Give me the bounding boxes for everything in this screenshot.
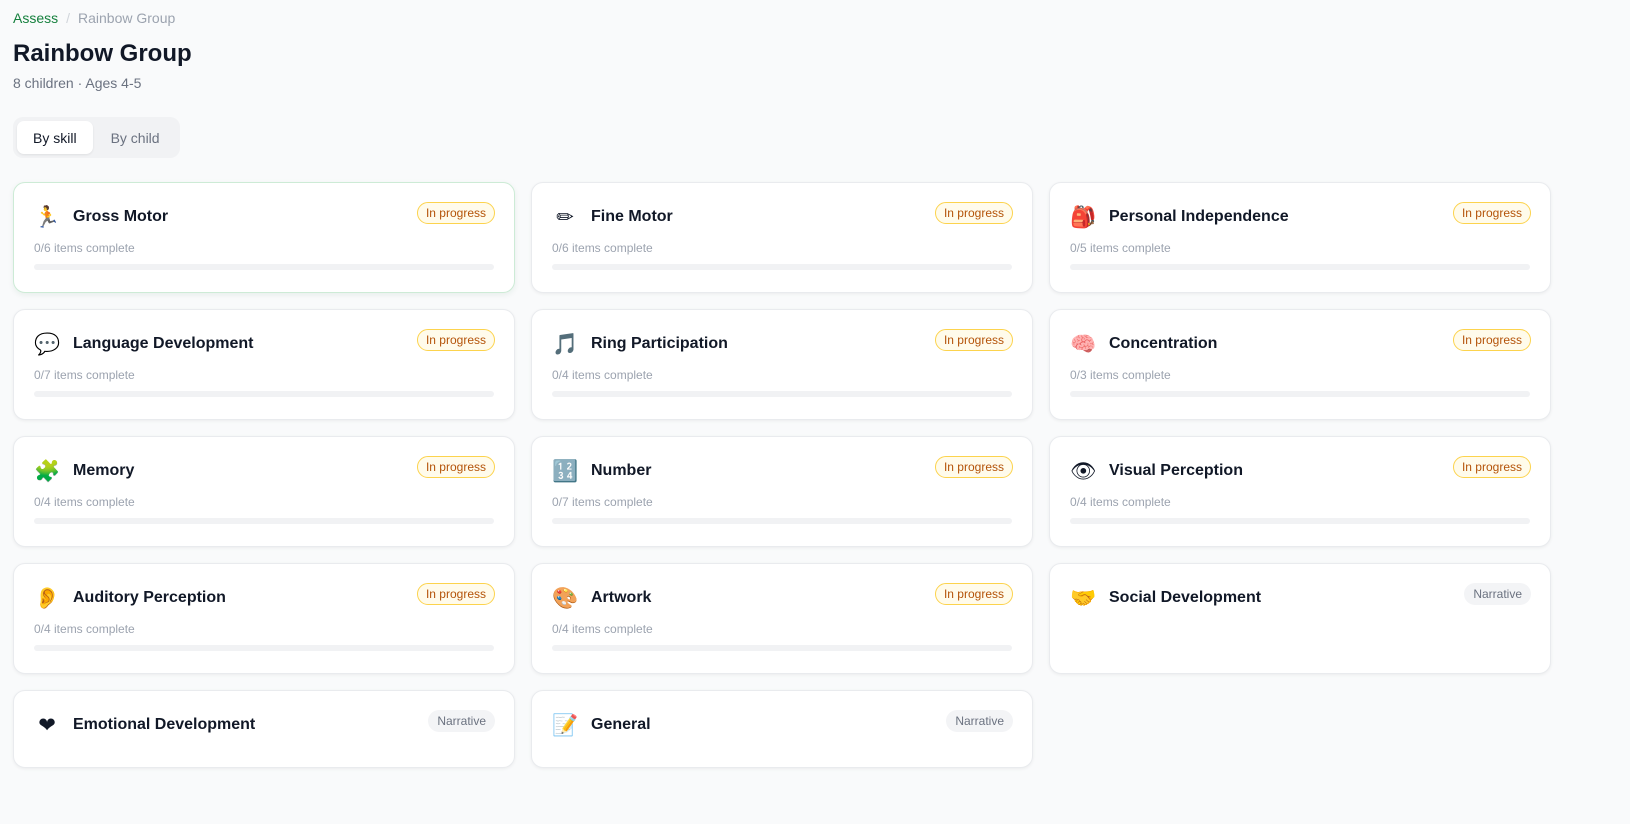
by-skill-tab[interactable]: By skill — [17, 121, 93, 154]
status-badge: In progress — [416, 583, 495, 605]
status-badge: In progress — [934, 202, 1013, 224]
status-badge: In progress — [1452, 329, 1531, 351]
skill-card[interactable]: 💬 Language Development In progress 0/7 item… — [13, 309, 515, 420]
page: Assess / Rainbow Group Rainbow Group 8 c… — [0, 0, 1630, 768]
items-complete-text: 0/3 items complete — [1070, 368, 1171, 382]
skill-title: General — [591, 716, 651, 733]
skill-title: Emotional Development — [73, 716, 256, 733]
skill-card[interactable]: ✏ Fine Motor In progress 0/6 items complete — [531, 182, 1033, 293]
items-complete-text: 0/6 items complete — [34, 241, 135, 255]
skill-card[interactable]: 👁 Visual Perception In progress 0/4 items c… — [1049, 436, 1551, 547]
items-complete-text: 0/4 items complete — [34, 495, 135, 509]
skill-card[interactable]: 🧠 Concentration In progress 0/3 items compl… — [1049, 309, 1551, 420]
skill-card-header: 🤝 Social Development — [1070, 584, 1530, 612]
skill-title: Personal Independence — [1109, 208, 1289, 225]
items-complete-text: 0/5 items complete — [1070, 241, 1171, 255]
skill-card[interactable]: 🏃 Gross Motor In progress 0/6 items complet… — [13, 182, 515, 293]
skill-card[interactable]: 🔢 Number In progress 0/7 items complete — [531, 436, 1033, 547]
numbers-icon: 🔢 — [552, 459, 579, 483]
skill-card[interactable]: 🎒 Personal Independence In progress 0/5 ite… — [1049, 182, 1551, 293]
status-badge: In progress — [416, 329, 495, 351]
items-complete-text: 0/6 items complete — [552, 241, 653, 255]
palette-icon: 🎨 — [552, 586, 579, 610]
progress-bar — [1070, 391, 1530, 397]
skill-title: Visual Perception — [1109, 462, 1243, 479]
progress-bar — [34, 264, 494, 270]
memo-icon: 📝 — [552, 713, 579, 737]
items-complete-text: 0/4 items complete — [34, 622, 135, 636]
skill-grid: 🏃 Gross Motor In progress 0/6 items complet… — [13, 182, 1617, 768]
breadcrumb-assess-link[interactable]: Assess — [13, 10, 58, 26]
progress-bar — [552, 264, 1012, 270]
items-complete-text: 0/7 items complete — [552, 495, 653, 509]
status-badge: In progress — [934, 583, 1013, 605]
progress-bar — [552, 645, 1012, 651]
breadcrumb-current: Rainbow Group — [78, 10, 176, 26]
by-child-tab[interactable]: By child — [95, 121, 176, 154]
skill-title: Gross Motor — [73, 208, 169, 225]
items-complete-text: 0/7 items complete — [34, 368, 135, 382]
status-badge: Narrative — [946, 710, 1013, 732]
progress-bar — [34, 518, 494, 524]
breadcrumb-separator: / — [66, 10, 71, 26]
running-person-icon: 🏃 — [34, 205, 61, 229]
skill-title: Fine Motor — [591, 208, 673, 225]
items-complete-text: 0/4 items complete — [1070, 495, 1171, 509]
skill-title: Concentration — [1109, 335, 1218, 352]
breadcrumb: Assess / Rainbow Group — [13, 10, 1617, 26]
backpack-icon: 🎒 — [1070, 205, 1097, 229]
skill-title: Ring Participation — [591, 335, 728, 352]
group-subtitle: 8 children · Ages 4-5 — [13, 75, 142, 91]
status-badge: In progress — [416, 202, 495, 224]
pencil-icon: ✏ — [556, 205, 574, 229]
progress-bar — [1070, 518, 1530, 524]
view-toggle: By skill By child — [13, 117, 180, 158]
skill-card[interactable]: 🤝 Social Development Narrative — [1049, 563, 1551, 674]
skill-card-header: 📝 General — [552, 711, 1012, 739]
items-complete-text: 0/4 items complete — [552, 622, 653, 636]
speech-bubble-icon: 💬 — [34, 332, 61, 356]
skill-title: Number — [591, 462, 652, 479]
brain-icon: 🧠 — [1070, 332, 1097, 356]
status-badge: In progress — [416, 456, 495, 478]
status-badge: In progress — [1452, 202, 1531, 224]
eye-icon: 👁 — [1070, 459, 1097, 483]
progress-bar — [34, 645, 494, 651]
items-complete-text: 0/4 items complete — [552, 368, 653, 382]
handshake-icon: 🤝 — [1070, 586, 1097, 610]
skill-card-header: ❤ Emotional Development — [34, 711, 494, 739]
status-badge: In progress — [934, 329, 1013, 351]
skill-card[interactable]: 📝 General Narrative — [531, 690, 1033, 768]
status-badge: In progress — [934, 456, 1013, 478]
skill-title: Artwork — [591, 589, 652, 606]
music-note-icon: 🎵 — [552, 332, 579, 356]
progress-bar — [34, 391, 494, 397]
ear-icon: 👂 — [34, 586, 61, 610]
page-title: Rainbow Group — [13, 40, 192, 67]
progress-bar — [552, 391, 1012, 397]
status-badge: In progress — [1452, 456, 1531, 478]
puzzle-piece-icon: 🧩 — [34, 459, 61, 483]
skill-card[interactable]: 🧩 Memory In progress 0/4 items complete — [13, 436, 515, 547]
skill-card[interactable]: 🎵 Ring Participation In progress 0/4 items … — [531, 309, 1033, 420]
skill-title: Language Development — [73, 335, 254, 352]
skill-card[interactable]: 🎨 Artwork In progress 0/4 items complete — [531, 563, 1033, 674]
progress-bar — [1070, 264, 1530, 270]
status-badge: Narrative — [1464, 583, 1531, 605]
status-badge: Narrative — [428, 710, 495, 732]
heart-icon: ❤ — [38, 713, 56, 737]
skill-title: Memory — [73, 462, 135, 479]
skill-title: Social Development — [1109, 589, 1262, 606]
skill-title: Auditory Perception — [73, 589, 226, 606]
skill-card[interactable]: ❤ Emotional Development Narrative — [13, 690, 515, 768]
progress-bar — [552, 518, 1012, 524]
skill-card[interactable]: 👂 Auditory Perception In progress 0/4 items… — [13, 563, 515, 674]
